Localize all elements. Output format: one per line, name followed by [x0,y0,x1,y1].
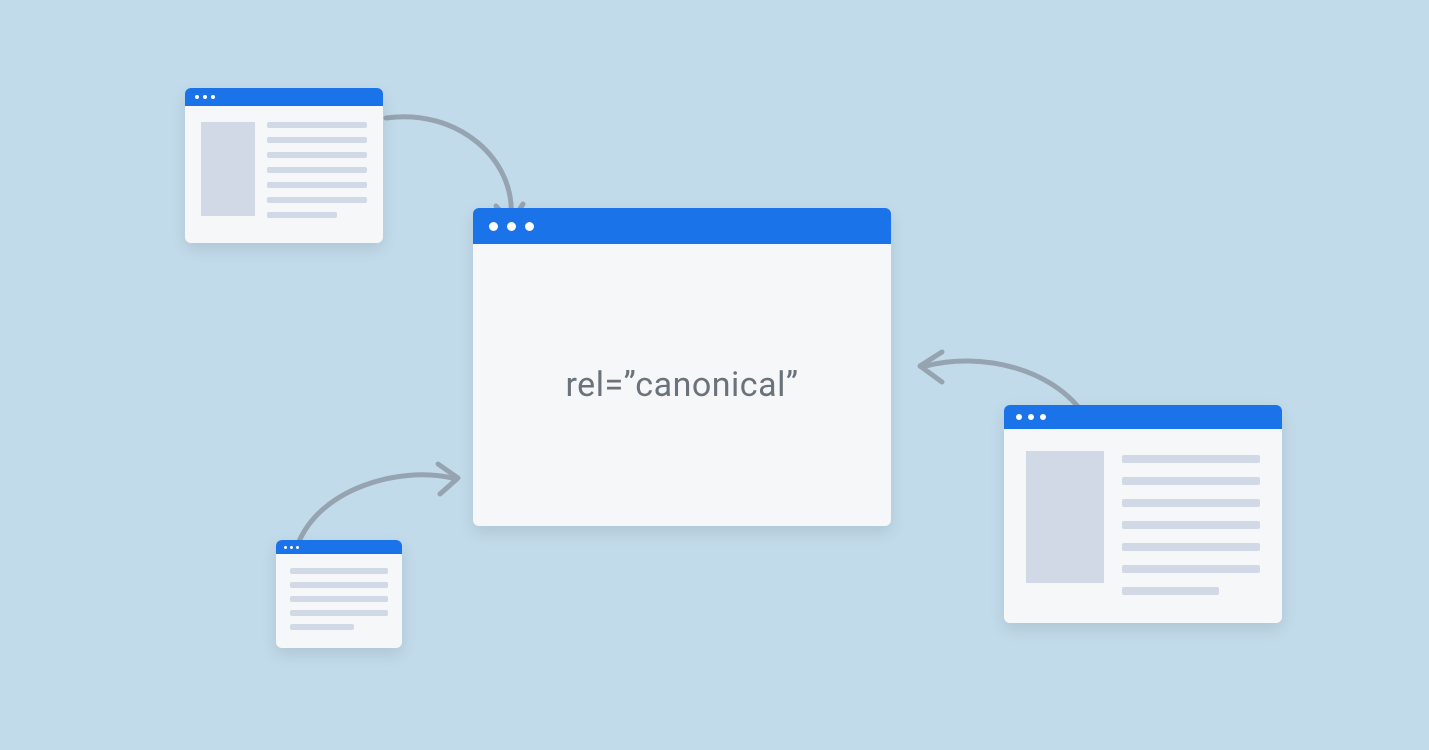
content-lines [290,568,388,630]
window-titlebar [473,208,891,244]
duplicate-window-topleft [185,88,383,243]
window-titlebar [276,540,402,554]
window-controls-icon [1016,414,1046,420]
window-body [276,554,402,640]
canonical-window: rel=”canonical” [473,208,891,526]
canonical-label: rel=”canonical” [473,244,891,526]
window-controls-icon [195,95,215,99]
window-titlebar [185,88,383,106]
window-controls-icon [284,546,299,549]
content-thumbnail [1026,451,1104,583]
content-lines [267,122,367,218]
window-body [185,106,383,232]
content-thumbnail [201,122,255,216]
window-body [1004,429,1282,613]
duplicate-window-right [1004,405,1282,623]
duplicate-window-bottomleft [276,540,402,648]
content-lines [1122,451,1260,595]
window-titlebar [1004,405,1282,429]
window-controls-icon [489,222,534,231]
